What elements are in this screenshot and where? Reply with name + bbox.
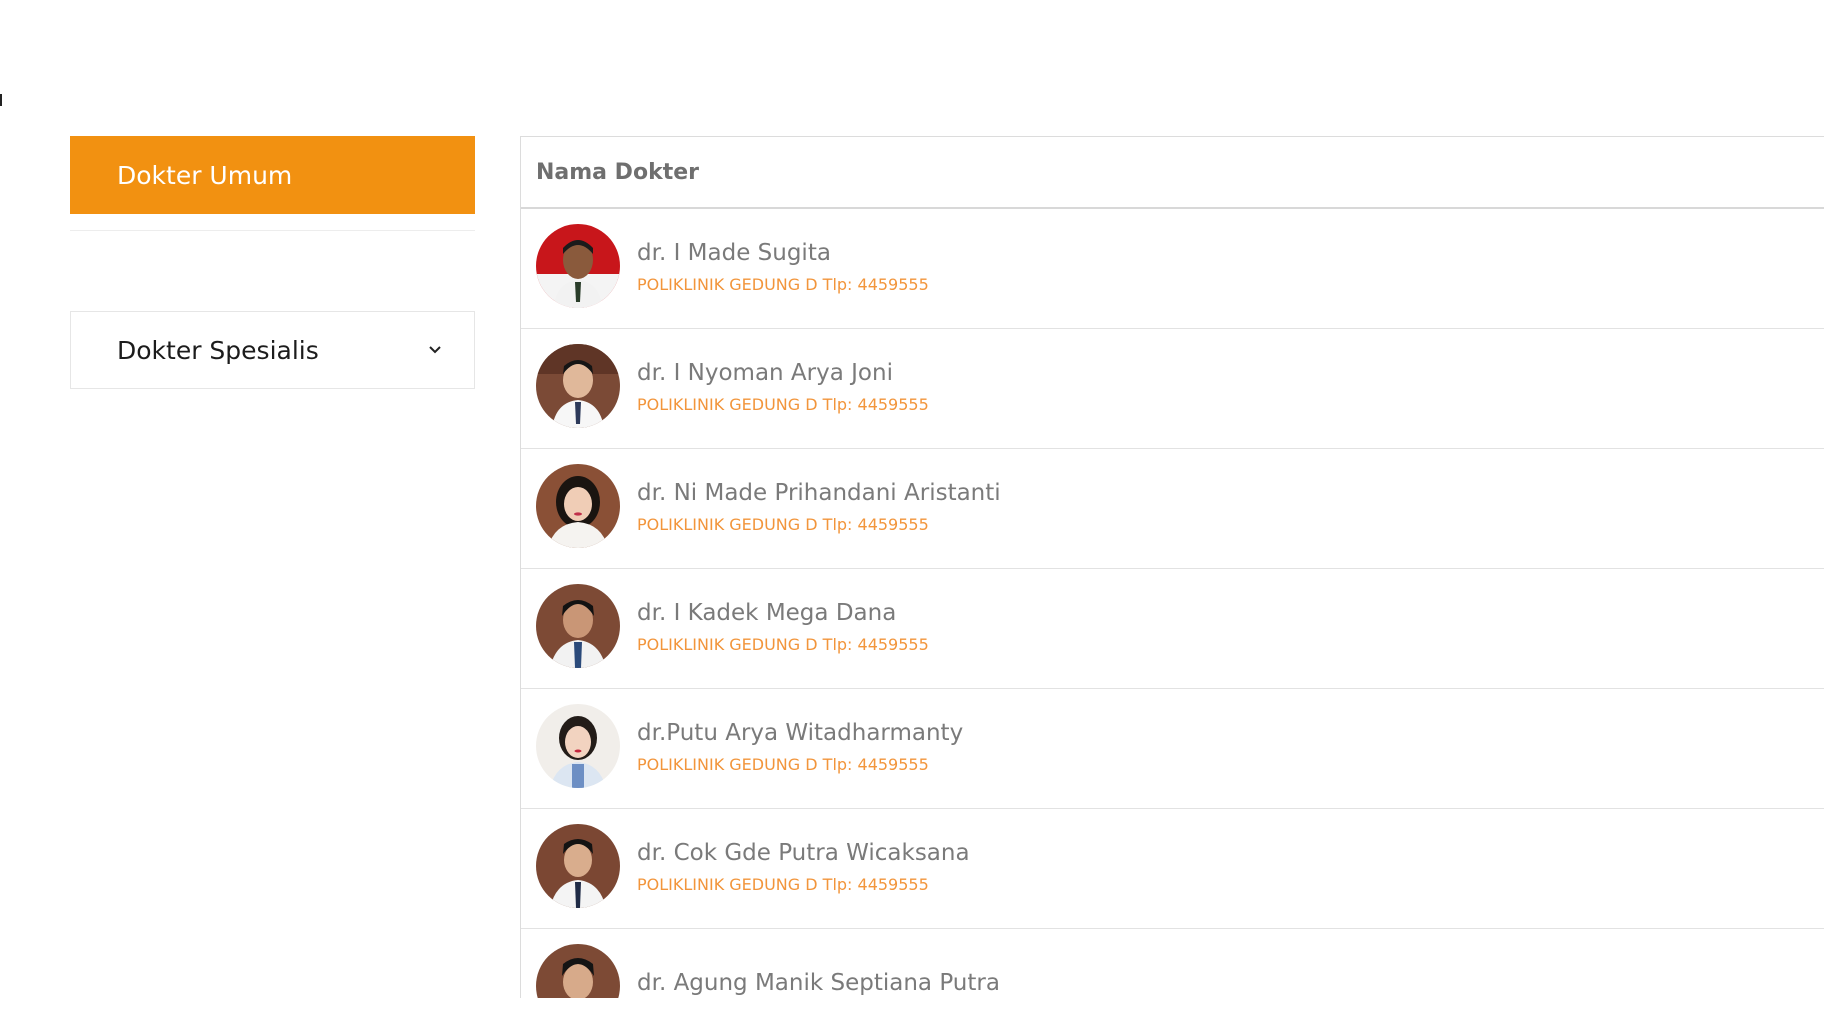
table-row[interactable]: dr. Cok Gde Putra Wicaksana POLIKLINIK G…: [521, 809, 1824, 929]
doctor-location: POLIKLINIK GEDUNG D Tlp: 4459555: [637, 274, 929, 294]
table-row[interactable]: dr.Putu Arya Witadharmanty POLIKLINIK GE…: [521, 689, 1824, 809]
doctor-info: dr. I Kadek Mega Dana POLIKLINIK GEDUNG …: [637, 599, 929, 655]
table-header: Nama Dokter: [521, 137, 1824, 209]
table-row[interactable]: dr. I Nyoman Arya Joni POLIKLINIK GEDUNG…: [521, 329, 1824, 449]
doctor-name[interactable]: dr. Cok Gde Putra Wicaksana: [637, 839, 970, 867]
table-row[interactable]: dr. Ni Made Prihandani Aristanti POLIKLI…: [521, 449, 1824, 569]
chevron-down-icon: [428, 343, 442, 357]
doctor-info: dr. I Made Sugita POLIKLINIK GEDUNG D Tl…: [637, 239, 929, 295]
doctor-avatar: [536, 343, 620, 428]
doctor-name[interactable]: dr. Agung Manik Septiana Putra: [637, 969, 1000, 997]
doctor-avatar: [536, 223, 620, 308]
table-row[interactable]: dr. I Kadek Mega Dana POLIKLINIK GEDUNG …: [521, 569, 1824, 689]
doctor-info: dr. I Nyoman Arya Joni POLIKLINIK GEDUNG…: [637, 359, 929, 415]
doctor-info: dr. Agung Manik Septiana Putra: [637, 969, 1000, 999]
tab-dokter-umum[interactable]: Dokter Umum: [70, 136, 475, 214]
doctor-location: POLIKLINIK GEDUNG D Tlp: 4459555: [637, 514, 929, 534]
doctor-name[interactable]: dr. I Kadek Mega Dana: [637, 599, 929, 627]
tab-dokter-spesialis[interactable]: Dokter Spesialis: [70, 311, 475, 389]
edge-mark: [0, 94, 2, 106]
doctor-location: POLIKLINIK GEDUNG D Tlp: 4459555: [637, 754, 929, 774]
table-row[interactable]: dr. I Made Sugita POLIKLINIK GEDUNG D Tl…: [521, 209, 1824, 329]
doctor-name[interactable]: dr. I Nyoman Arya Joni: [637, 359, 929, 387]
column-header-nama-dokter: Nama Dokter: [536, 159, 699, 185]
doctor-avatar: [536, 823, 620, 908]
doctor-location: POLIKLINIK GEDUNG D Tlp: 4459555: [637, 874, 929, 894]
doctor-avatar: [536, 703, 620, 788]
tab-dokter-umum-label: Dokter Umum: [117, 160, 293, 190]
table-row[interactable]: dr. Agung Manik Septiana Putra: [521, 929, 1824, 998]
doctor-name[interactable]: dr. I Made Sugita: [637, 239, 929, 267]
page: Dokter Umum Dokter Spesialis Nama Dokter: [0, 0, 1824, 1014]
doctor-info: dr.Putu Arya Witadharmanty POLIKLINIK GE…: [637, 719, 963, 775]
doctor-avatar: [536, 583, 620, 668]
doctor-name[interactable]: dr.Putu Arya Witadharmanty: [637, 719, 963, 747]
doctor-name[interactable]: dr. Ni Made Prihandani Aristanti: [637, 479, 1001, 507]
doctor-table: Nama Dokter dr. I Made Sugita POLIKLINIK…: [520, 136, 1824, 998]
doctor-avatar: [536, 463, 620, 548]
doctor-info: dr. Ni Made Prihandani Aristanti POLIKLI…: [637, 479, 1001, 535]
doctor-location: POLIKLINIK GEDUNG D Tlp: 4459555: [637, 634, 929, 654]
doctor-info: dr. Cok Gde Putra Wicaksana POLIKLINIK G…: [637, 839, 970, 895]
doctor-location: POLIKLINIK GEDUNG D Tlp: 4459555: [637, 394, 929, 414]
tab-dokter-umum-panel: [70, 230, 475, 311]
tab-dokter-spesialis-label: Dokter Spesialis: [117, 335, 319, 365]
doctor-avatar: [536, 943, 620, 998]
doctor-category-sidebar: Dokter Umum Dokter Spesialis: [70, 136, 475, 389]
